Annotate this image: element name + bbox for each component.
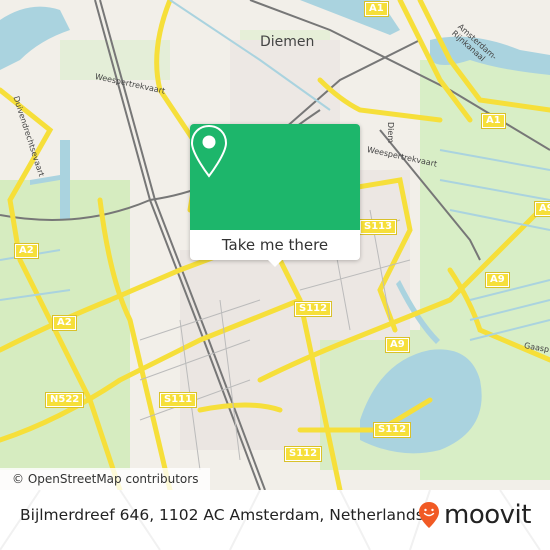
take-me-there-popup[interactable]: Take me there (190, 124, 360, 267)
road-shield-a9: A9 (534, 201, 550, 217)
road-shield-a1: A1 (364, 1, 389, 17)
road-shield-n522: N522 (44, 392, 85, 408)
road-shield-a9: A9 (485, 272, 510, 288)
moovit-smiley-pin-icon (419, 502, 439, 528)
road-shield-a2: A2 (14, 243, 39, 259)
take-me-there-button[interactable]: Take me there (190, 230, 360, 260)
footer: Bijlmerdreef 646, 1102 AC Amsterdam, Net… (0, 490, 550, 550)
road-shield-a1: A1 (481, 113, 506, 129)
road-shield-s112: S112 (293, 301, 333, 317)
road-shield-s112: S112 (372, 422, 412, 438)
place-label-diemen: Diemen (260, 34, 315, 50)
address-text: Bijlmerdreef 646, 1102 AC Amsterdam, Net… (20, 506, 424, 524)
water-label-diem: Diem (386, 122, 395, 144)
map-attribution[interactable]: © OpenStreetMap contributors (0, 468, 211, 490)
map-view[interactable]: A1 A1 A2 A2 N522 S111 S112 S112 S112 S11… (0, 0, 550, 490)
map-pin-icon (190, 124, 228, 178)
popup-tail (268, 260, 282, 267)
moovit-wordmark: moovit (444, 500, 531, 530)
moovit-logo[interactable]: moovit (418, 500, 531, 530)
road-shield-a2: A2 (52, 315, 77, 331)
road-shield-a9: A9 (385, 337, 410, 353)
popup-header (190, 124, 360, 230)
road-shield-s111: S111 (158, 392, 198, 408)
road-shield-s113: S113 (358, 219, 398, 235)
road-shield-s112: S112 (283, 446, 323, 462)
